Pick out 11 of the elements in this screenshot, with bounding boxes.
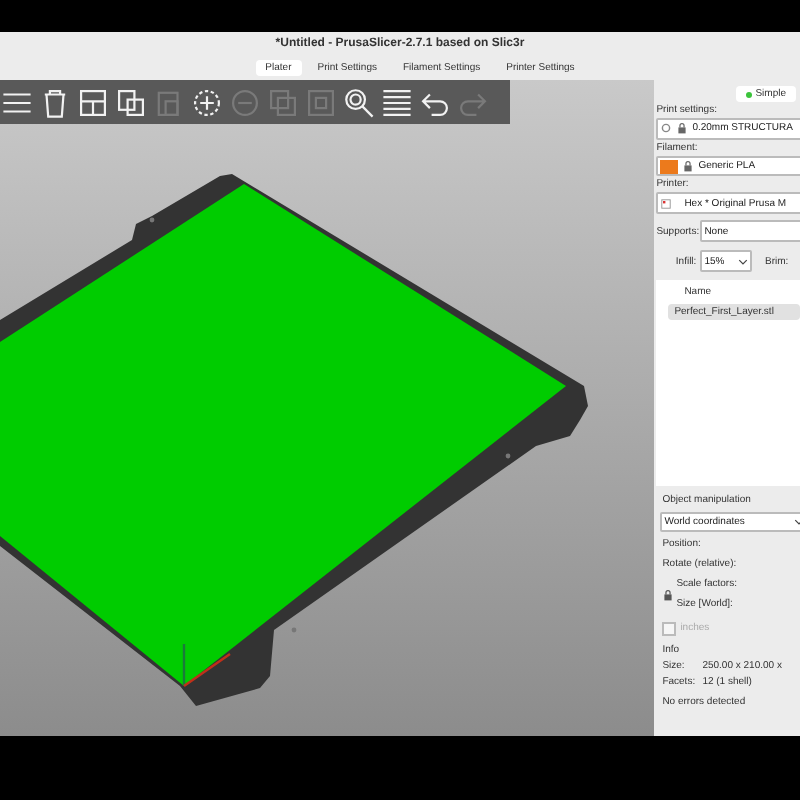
copy-icon[interactable] (114, 85, 148, 119)
search-icon[interactable] (342, 85, 376, 119)
layers-icon[interactable] (380, 85, 414, 119)
lock-icon[interactable] (662, 588, 675, 603)
add-icon[interactable] (190, 85, 224, 119)
chevron-icon (738, 257, 749, 266)
lock-icon (676, 122, 689, 135)
arrange-icon[interactable] (76, 85, 110, 119)
printer-icon (660, 197, 673, 210)
lock-icon (682, 160, 695, 173)
checkbox[interactable] (662, 622, 677, 637)
